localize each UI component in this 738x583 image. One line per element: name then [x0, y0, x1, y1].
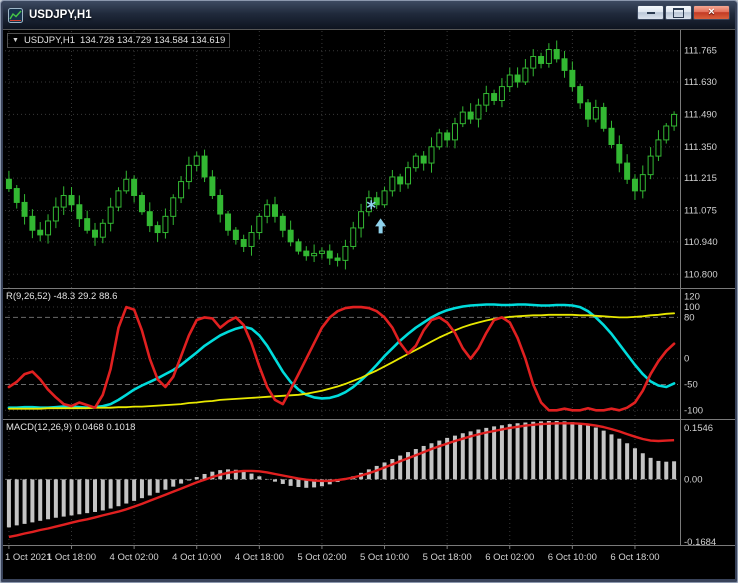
- time-axis-label: 5 Oct 02:00: [297, 552, 346, 563]
- time-axis-label: 1 Oct 2021: [5, 552, 51, 563]
- svg-text:-0.1684: -0.1684: [684, 537, 716, 548]
- svg-text:0: 0: [684, 354, 689, 365]
- time-axis-label: 1 Oct 18:00: [47, 552, 96, 563]
- time-axis-label: 5 Oct 10:00: [360, 552, 409, 563]
- time-axis-label: 6 Oct 18:00: [610, 552, 659, 563]
- close-button[interactable]: ×: [693, 5, 730, 20]
- svg-text:111.215: 111.215: [684, 173, 717, 184]
- svg-text:111.350: 111.350: [684, 142, 717, 153]
- svg-text:111.490: 111.490: [684, 109, 717, 120]
- maximize-button[interactable]: [665, 5, 692, 20]
- svg-text:110.940: 110.940: [684, 237, 718, 248]
- chart-background: [3, 30, 735, 579]
- chart-window: USDJPY,H1 × 111.765 111.630 111.490 111.350…: [0, 0, 738, 583]
- time-axis-label: 5 Oct 18:00: [423, 552, 472, 563]
- time-axis-label: 4 Oct 10:00: [172, 552, 221, 563]
- time-axis-label: 4 Oct 02:00: [110, 552, 159, 563]
- svg-text:111.765: 111.765: [684, 46, 717, 57]
- window-title: USDJPY,H1: [29, 9, 92, 21]
- minimize-icon: [646, 11, 655, 14]
- time-axis-label: 6 Oct 02:00: [485, 552, 534, 563]
- time-axis-label: 6 Oct 10:00: [548, 552, 597, 563]
- title-bar[interactable]: USDJPY,H1 ×: [3, 1, 735, 29]
- minimize-button[interactable]: [637, 5, 664, 20]
- chart-window-icon[interactable]: [8, 7, 23, 23]
- chart-canvas[interactable]: 111.765 111.630 111.490 111.350 111.215 111.0…: [3, 30, 735, 579]
- chart-area[interactable]: 111.765 111.630 111.490 111.350 111.215 111.0…: [3, 29, 735, 579]
- svg-text:-100: -100: [684, 405, 703, 416]
- svg-text:110.800: 110.800: [684, 269, 718, 280]
- maximize-icon: [673, 7, 684, 18]
- svg-text:0.1546: 0.1546: [684, 423, 713, 434]
- svg-text:80: 80: [684, 312, 695, 323]
- window-controls: ×: [637, 5, 730, 20]
- close-icon: ×: [708, 6, 715, 18]
- svg-text:111.075: 111.075: [684, 206, 717, 217]
- time-axis-label: 4 Oct 18:00: [235, 552, 284, 563]
- svg-text:0.00: 0.00: [684, 474, 703, 485]
- svg-text:111.630: 111.630: [684, 77, 717, 88]
- svg-text:-50: -50: [684, 379, 698, 390]
